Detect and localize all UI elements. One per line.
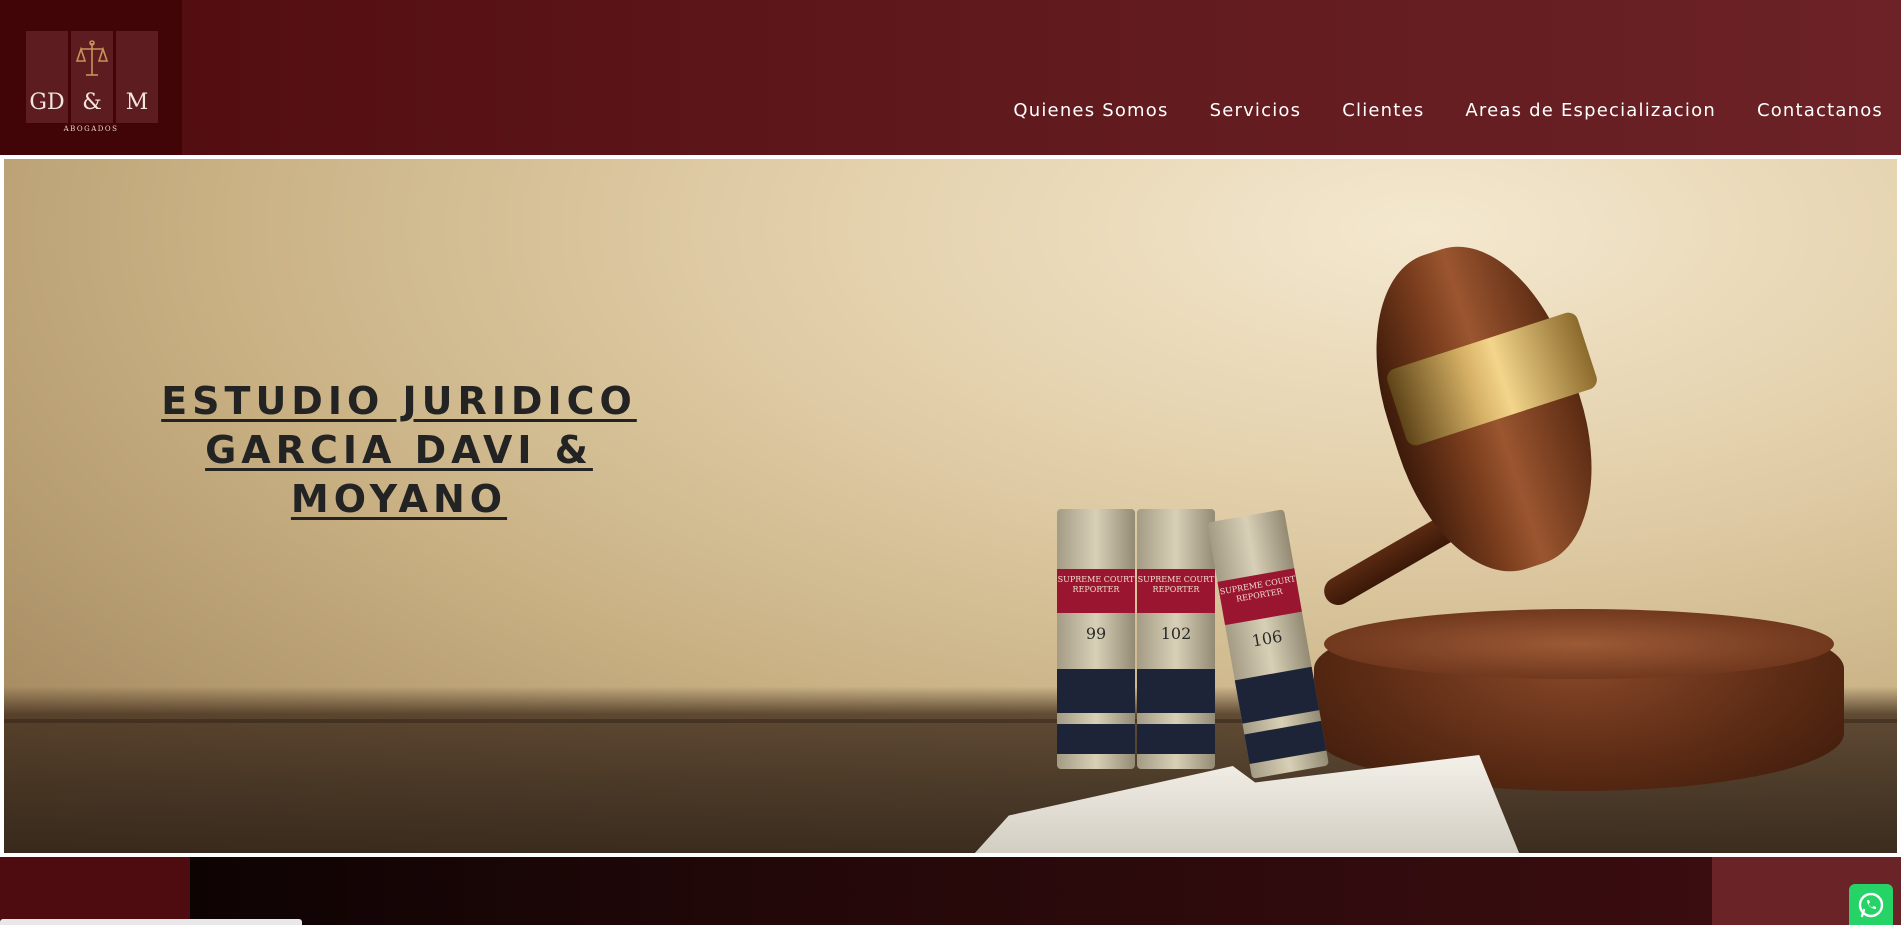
book-number: 99 xyxy=(1085,624,1107,643)
main-nav: Quienes Somos Servicios Clientes Areas d… xyxy=(1013,100,1883,121)
law-book: SUPREME COURT REPORTER 102 xyxy=(1137,509,1215,769)
nav-item-quienes-somos[interactable]: Quienes Somos xyxy=(1013,100,1168,121)
logo[interactable]: GD & M ABOGADOS xyxy=(0,0,182,155)
nav-item-contactanos[interactable]: Contactanos xyxy=(1757,100,1883,121)
nav-item-clientes[interactable]: Clientes xyxy=(1342,100,1424,121)
gavel-sound-block-top xyxy=(1324,609,1834,679)
whatsapp-button[interactable] xyxy=(1849,884,1893,925)
hero-title-line2: GARCIA DAVI & xyxy=(205,428,593,472)
book-number: 106 xyxy=(1250,626,1284,651)
logo-letter-m: M xyxy=(116,31,158,123)
hero-title-line1: ESTUDIO JURIDICO xyxy=(161,379,637,423)
whatsapp-icon xyxy=(1858,892,1884,917)
law-book: SUPREME COURT REPORTER 99 xyxy=(1057,509,1135,769)
section-content-panel xyxy=(190,857,1712,925)
book-number: 102 xyxy=(1160,624,1192,643)
hero-title-line3: MOYANO xyxy=(290,477,508,521)
law-book: SUPREME COURT REPORTER 106 xyxy=(1207,509,1329,779)
book-label: SUPREME COURT REPORTER xyxy=(1137,575,1215,594)
cookie-bar-edge xyxy=(0,919,302,925)
logo-subtitle: ABOGADOS xyxy=(63,125,119,133)
hero-title: ESTUDIO JURIDICO GARCIA DAVI & MOYANO xyxy=(99,377,699,524)
nav-item-areas[interactable]: Areas de Especializacion xyxy=(1465,100,1716,121)
hero-banner: ESTUDIO JURIDICO GARCIA DAVI & MOYANO SU… xyxy=(0,155,1901,857)
site-header: GD & M ABOGADOS Quienes Somos Servicios … xyxy=(0,0,1901,155)
hero-image: ESTUDIO JURIDICO GARCIA DAVI & MOYANO SU… xyxy=(4,159,1897,853)
logo-letter-gd: GD xyxy=(26,31,68,123)
scales-of-justice-icon xyxy=(76,40,108,76)
open-book xyxy=(964,755,1524,853)
book-label: SUPREME COURT REPORTER xyxy=(1057,575,1135,594)
nav-item-servicios[interactable]: Servicios xyxy=(1210,100,1302,121)
section-left-panel xyxy=(0,857,190,925)
